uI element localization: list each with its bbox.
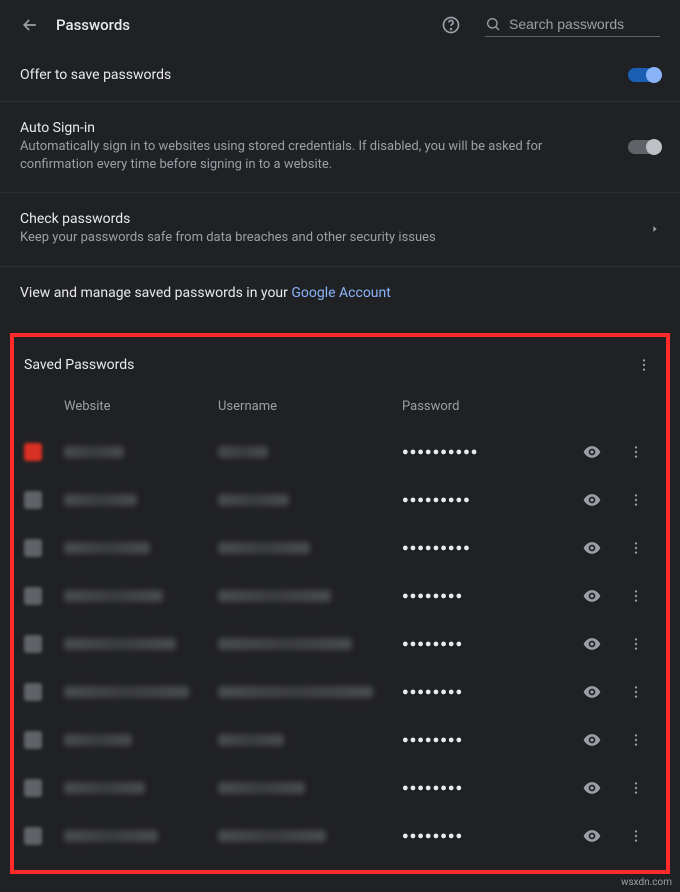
show-password-icon[interactable] <box>572 826 612 846</box>
google-account-link[interactable]: Google Account <box>291 285 390 301</box>
password-row: ●●●●●●●● <box>24 716 656 764</box>
search-icon <box>485 16 501 32</box>
row-more-icon[interactable] <box>616 492 656 508</box>
website-value[interactable] <box>64 542 150 554</box>
offer-save-label: Offer to save passwords <box>20 67 608 83</box>
check-passwords-description: Keep your passwords safe from data breac… <box>20 229 630 247</box>
search-input[interactable] <box>509 12 660 36</box>
website-value[interactable] <box>64 446 124 458</box>
password-masked: ●●●●●●●● <box>402 829 568 842</box>
username-value <box>218 638 352 650</box>
show-password-icon[interactable] <box>572 442 612 462</box>
password-row: ●●●●●●●● <box>24 620 656 668</box>
check-passwords-label: Check passwords <box>20 211 630 227</box>
website-value[interactable] <box>64 686 189 698</box>
back-arrow-icon[interactable] <box>20 15 40 35</box>
row-more-icon[interactable] <box>616 828 656 844</box>
auto-signin-toggle[interactable] <box>628 140 660 154</box>
username-value <box>218 542 310 554</box>
page-title: Passwords <box>56 16 425 34</box>
row-more-icon[interactable] <box>616 636 656 652</box>
password-masked: ●●●●●●●●●● <box>402 445 568 458</box>
username-value <box>218 446 268 458</box>
globe-icon <box>24 827 42 845</box>
password-masked: ●●●●●●●● <box>402 781 568 794</box>
username-value <box>218 494 289 506</box>
website-value[interactable] <box>64 590 163 602</box>
show-password-icon[interactable] <box>572 586 612 606</box>
row-more-icon[interactable] <box>616 684 656 700</box>
globe-icon <box>24 539 42 557</box>
manage-passwords-text: View and manage saved passwords in your … <box>0 267 680 323</box>
manage-prefix: View and manage saved passwords in your <box>20 285 291 301</box>
website-value[interactable] <box>64 782 145 794</box>
show-password-icon[interactable] <box>572 730 612 750</box>
row-more-icon[interactable] <box>616 780 656 796</box>
password-masked: ●●●●●●●● <box>402 637 568 650</box>
watermark: wsxdn.com <box>621 877 672 888</box>
site-favicon-icon <box>24 443 42 461</box>
saved-passwords-title: Saved Passwords <box>24 357 134 373</box>
website-value[interactable] <box>64 494 137 506</box>
password-row: ●●●●●●●● <box>24 812 656 860</box>
username-value <box>218 734 284 746</box>
col-username: Username <box>218 399 398 414</box>
col-website: Website <box>64 399 214 414</box>
password-masked: ●●●●●●●● <box>402 685 568 698</box>
help-icon[interactable] <box>441 15 461 35</box>
password-row: ●●●●●●●● <box>24 668 656 716</box>
row-more-icon[interactable] <box>616 732 656 748</box>
password-masked: ●●●●●●●● <box>402 733 568 746</box>
password-masked: ●●●●●●●●● <box>402 541 568 554</box>
chevron-right-icon <box>650 224 660 234</box>
website-value[interactable] <box>64 638 176 650</box>
saved-passwords-section: Saved Passwords Website Username Passwor… <box>10 333 670 874</box>
globe-icon <box>24 683 42 701</box>
row-more-icon[interactable] <box>616 444 656 460</box>
offer-save-toggle[interactable] <box>628 68 660 82</box>
search-field[interactable] <box>485 12 660 37</box>
username-value <box>218 782 305 794</box>
show-password-icon[interactable] <box>572 538 612 558</box>
row-more-icon[interactable] <box>616 540 656 556</box>
username-value <box>218 830 326 842</box>
show-password-icon[interactable] <box>572 634 612 654</box>
show-password-icon[interactable] <box>572 682 612 702</box>
auto-signin-description: Automatically sign in to websites using … <box>20 138 608 174</box>
saved-more-icon[interactable] <box>632 353 656 377</box>
username-value <box>218 590 331 602</box>
show-password-icon[interactable] <box>572 490 612 510</box>
row-more-icon[interactable] <box>616 588 656 604</box>
globe-icon <box>24 587 42 605</box>
globe-icon <box>24 635 42 653</box>
show-password-icon[interactable] <box>572 778 612 798</box>
globe-icon <box>24 491 42 509</box>
globe-icon <box>24 779 42 797</box>
auto-signin-label: Auto Sign-in <box>20 120 608 136</box>
password-row: ●●●●●●●● <box>24 764 656 812</box>
password-row: ●●●●●●●●● <box>24 524 656 572</box>
password-row: ●●●●●●●●● <box>24 476 656 524</box>
globe-icon <box>24 731 42 749</box>
col-password: Password <box>402 399 568 414</box>
website-value[interactable] <box>64 830 158 842</box>
check-passwords-row[interactable]: Check passwords Keep your passwords safe… <box>0 193 680 266</box>
username-value <box>218 686 373 698</box>
password-row: ●●●●●●●● <box>24 572 656 620</box>
password-masked: ●●●●●●●●● <box>402 493 568 506</box>
password-row: ●●●●●●●●●● <box>24 428 656 476</box>
password-masked: ●●●●●●●● <box>402 589 568 602</box>
website-value[interactable] <box>64 734 132 746</box>
